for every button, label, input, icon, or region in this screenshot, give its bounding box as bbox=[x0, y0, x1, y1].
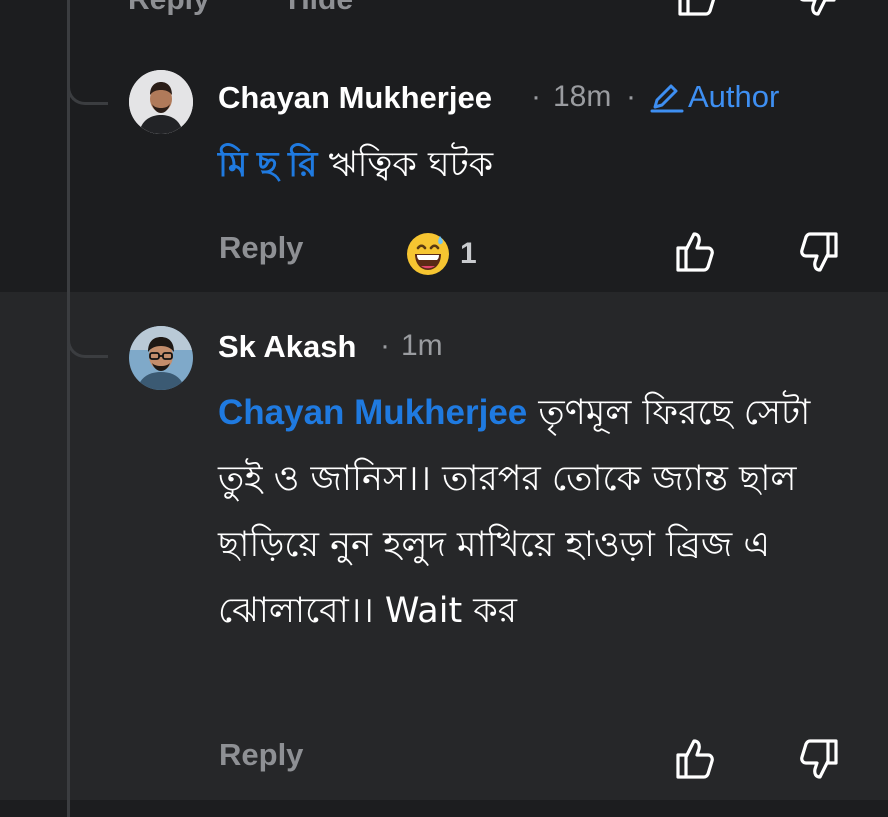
comment-bottom-background bbox=[0, 800, 888, 817]
avatar[interactable] bbox=[129, 326, 193, 390]
avatar-photo-icon bbox=[129, 70, 193, 134]
thumbs-down-icon[interactable] bbox=[794, 735, 842, 783]
pencil-icon bbox=[650, 84, 684, 113]
avatar-photo-icon bbox=[129, 326, 193, 390]
reply-button[interactable]: Reply bbox=[219, 737, 303, 773]
thumbs-up-icon[interactable] bbox=[672, 228, 720, 276]
comment-author-name[interactable]: Chayan Mukherjee bbox=[218, 80, 492, 116]
mention-link[interactable]: মি ছ রি bbox=[218, 145, 317, 184]
grinning-sweat-face-icon[interactable] bbox=[404, 230, 452, 278]
top-hide-button[interactable]: Hide bbox=[288, 0, 353, 17]
meta-separator: · bbox=[626, 80, 636, 113]
mention-link[interactable]: Chayan Mukherjee bbox=[218, 393, 527, 432]
comment-timestamp: 1m bbox=[401, 329, 443, 362]
author-badge: Author bbox=[688, 79, 780, 114]
meta-separator: · bbox=[531, 80, 541, 113]
comment-body: মি ছ রি ঋত্বিক ঘটক bbox=[218, 132, 858, 198]
comment-body: Chayan Mukherjee তৃণমূল ফিরছে সেটা তুই ও… bbox=[218, 380, 818, 644]
top-thumbs-down-icon[interactable] bbox=[794, 0, 842, 20]
thumbs-down-icon[interactable] bbox=[794, 228, 842, 276]
thread-line bbox=[67, 0, 70, 817]
comment-author-name[interactable]: Sk Akash bbox=[218, 329, 356, 365]
comment-text: ঋত্বিক ঘটক bbox=[317, 145, 494, 185]
comment-timestamp: 18m bbox=[553, 80, 612, 113]
top-reply-button[interactable]: Reply bbox=[128, 0, 210, 17]
reply-button[interactable]: Reply bbox=[219, 230, 303, 266]
thread-elbow bbox=[67, 60, 108, 105]
avatar[interactable] bbox=[129, 70, 193, 134]
thread-elbow bbox=[67, 312, 108, 358]
thumbs-up-icon[interactable] bbox=[672, 735, 720, 783]
top-thumbs-up-icon[interactable] bbox=[672, 0, 720, 20]
reaction-count: 1 bbox=[460, 237, 477, 270]
meta-separator: · bbox=[380, 329, 390, 362]
